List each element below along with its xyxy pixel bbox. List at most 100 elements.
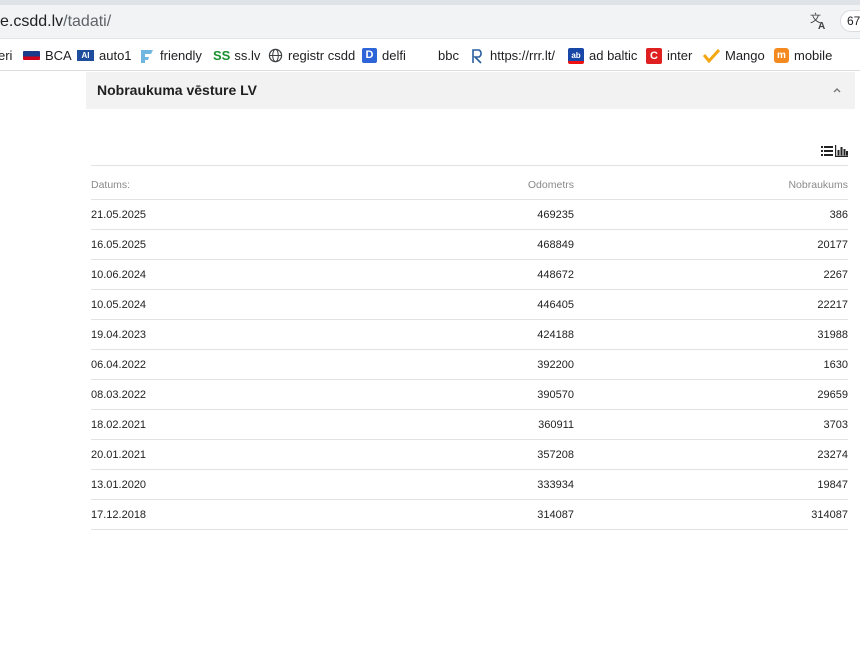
url-host: e.csdd.lv: [0, 13, 64, 30]
column-header-mileage: Nobraukums: [788, 179, 848, 191]
bookmark-label: auto1: [99, 48, 132, 63]
cell-mileage: 29659: [817, 389, 848, 401]
column-header-date: Datums:: [91, 179, 131, 191]
translate-icon[interactable]: 文 A: [809, 11, 829, 31]
bookmark-label: ad baltic: [589, 48, 638, 63]
address-bar[interactable]: e.csdd.lv/tadati/ 文 A 67%: [0, 5, 860, 39]
table-row: 21.05.2025 469235 386: [91, 200, 848, 230]
auto1-icon: AI: [77, 50, 94, 61]
rrr-icon: [472, 48, 482, 64]
cell-odometer: 424188: [537, 329, 574, 341]
table-row: 17.12.2018 314087 314087: [91, 500, 848, 530]
cell-odometer: 360911: [538, 419, 574, 431]
panel-title: Nobraukuma vēsture LV: [97, 82, 258, 98]
cell-mileage: 23274: [817, 449, 848, 461]
bookmark-ss-lv[interactable]: SS ss.lv: [213, 40, 260, 71]
cell-date: 21.05.2025: [91, 209, 147, 221]
svg-text:A: A: [818, 21, 825, 31]
table-row: 18.02.2021 360911 3703: [91, 410, 848, 440]
bookmark-label: eri: [0, 48, 13, 63]
cell-date: 08.03.2022: [91, 389, 147, 401]
cell-odometer: 357208: [537, 449, 574, 461]
cell-date: 10.05.2024: [91, 299, 147, 311]
chevron-up-icon[interactable]: [831, 85, 843, 95]
bookmark-mobile[interactable]: m mobile: [774, 40, 832, 71]
cell-mileage: 20177: [817, 239, 848, 251]
table-row: 08.03.2022 390570 29659: [91, 380, 848, 410]
bookmark-bbc[interactable]: bbc: [418, 40, 459, 71]
mileage-history-panel-header[interactable]: Nobraukuma vēsture LV: [86, 72, 855, 109]
cell-odometer: 448672: [537, 269, 574, 281]
cell-mileage: 19847: [817, 479, 848, 491]
zoom-indicator[interactable]: 67%: [840, 10, 860, 32]
url-path: /tadati/: [63, 13, 112, 30]
cell-date: 16.05.2025: [91, 239, 147, 251]
cell-odometer: 333934: [537, 479, 574, 491]
cell-mileage: 314087: [811, 509, 848, 521]
cell-mileage: 2267: [823, 269, 848, 281]
bookmark-label: BCA: [45, 48, 72, 63]
cell-mileage: 3703: [823, 419, 848, 431]
bookmark-label: inter: [667, 48, 693, 63]
bbc-icon: [418, 53, 433, 59]
cell-date: 17.12.2018: [91, 509, 147, 521]
cell-odometer: 469235: [537, 209, 574, 221]
bookmark-label: mobile: [794, 48, 833, 63]
bookmark-bca[interactable]: BCA: [23, 40, 72, 71]
bookmark-label: registr csdd: [288, 48, 356, 63]
cell-date: 13.01.2020: [91, 479, 147, 491]
cell-mileage: 31988: [817, 329, 848, 341]
bookmark-label: https://rrr.lt/: [490, 48, 556, 63]
mobile-icon: m: [774, 48, 789, 63]
table-row: 10.05.2024 446405 22217: [91, 290, 848, 320]
list-view-icon[interactable]: [821, 145, 833, 157]
bookmark-registr-csdd[interactable]: registr csdd: [268, 40, 355, 71]
bookmark-inter[interactable]: C inter: [646, 40, 692, 71]
table-row: 10.06.2024 448672 2267: [91, 260, 848, 290]
bookmark-label: ss.lv: [234, 48, 261, 63]
cell-date: 10.06.2024: [91, 269, 147, 281]
bookmarks-bar: eri BCA AI auto1 friendly SS ss.lv regis…: [0, 40, 860, 71]
table-row: 20.01.2021 357208 23274: [91, 440, 848, 470]
cell-mileage: 22217: [817, 299, 848, 311]
bookmark-friendly[interactable]: friendly: [139, 40, 202, 71]
cell-date: 06.04.2022: [91, 359, 147, 371]
bookmark-mango[interactable]: Mango: [703, 40, 765, 71]
table-row: 13.01.2020 333934 19847: [91, 470, 848, 500]
table-row: 16.05.2025 468849 20177: [91, 230, 848, 260]
cell-date: 20.01.2021: [91, 449, 147, 461]
table-row: 19.04.2023 424188 31988: [91, 320, 848, 350]
bookmark-delfi[interactable]: D delfi: [362, 40, 406, 71]
cell-mileage: 1630: [823, 359, 848, 371]
cell-odometer: 314087: [537, 509, 574, 521]
bookmark-label: delfi: [382, 48, 406, 63]
cell-odometer: 446405: [537, 299, 574, 311]
table-header-row: Datums: Odometrs Nobraukums: [91, 166, 848, 200]
mileage-history-table: Datums: Odometrs Nobraukums 21.05.2025 4…: [91, 165, 848, 530]
cell-date: 18.02.2021: [91, 419, 147, 431]
cell-mileage: 386: [829, 209, 848, 221]
bar-chart-icon[interactable]: [835, 145, 848, 157]
view-toggle: [821, 145, 848, 157]
bookmark-label: Mango: [725, 48, 765, 63]
table-row: 06.04.2022 392200 1630: [91, 350, 848, 380]
url-text[interactable]: e.csdd.lv/tadati/: [0, 13, 111, 31]
globe-icon: [268, 48, 283, 63]
bookmark-label: friendly: [160, 48, 202, 63]
cell-odometer: 468849: [537, 239, 574, 251]
cell-odometer: 390570: [537, 389, 574, 401]
ss-icon: SS: [213, 48, 231, 63]
mango-icon: [703, 48, 720, 63]
friendly-icon: [141, 49, 153, 63]
inter-icon: C: [646, 47, 662, 64]
bookmark-label: bbc: [438, 48, 459, 63]
bookmark-auto1[interactable]: AI auto1: [77, 40, 132, 71]
bookmark-ad-baltic[interactable]: ab ad baltic: [568, 40, 637, 71]
column-header-odometer: Odometrs: [527, 179, 574, 191]
ad-baltic-icon: ab: [568, 47, 584, 64]
delfi-icon: D: [362, 48, 377, 63]
bookmark-rrr[interactable]: https://rrr.lt/: [470, 40, 555, 71]
bookmark-eri[interactable]: eri: [0, 40, 12, 71]
bca-icon: [23, 51, 40, 60]
cell-odometer: 392200: [537, 359, 574, 371]
